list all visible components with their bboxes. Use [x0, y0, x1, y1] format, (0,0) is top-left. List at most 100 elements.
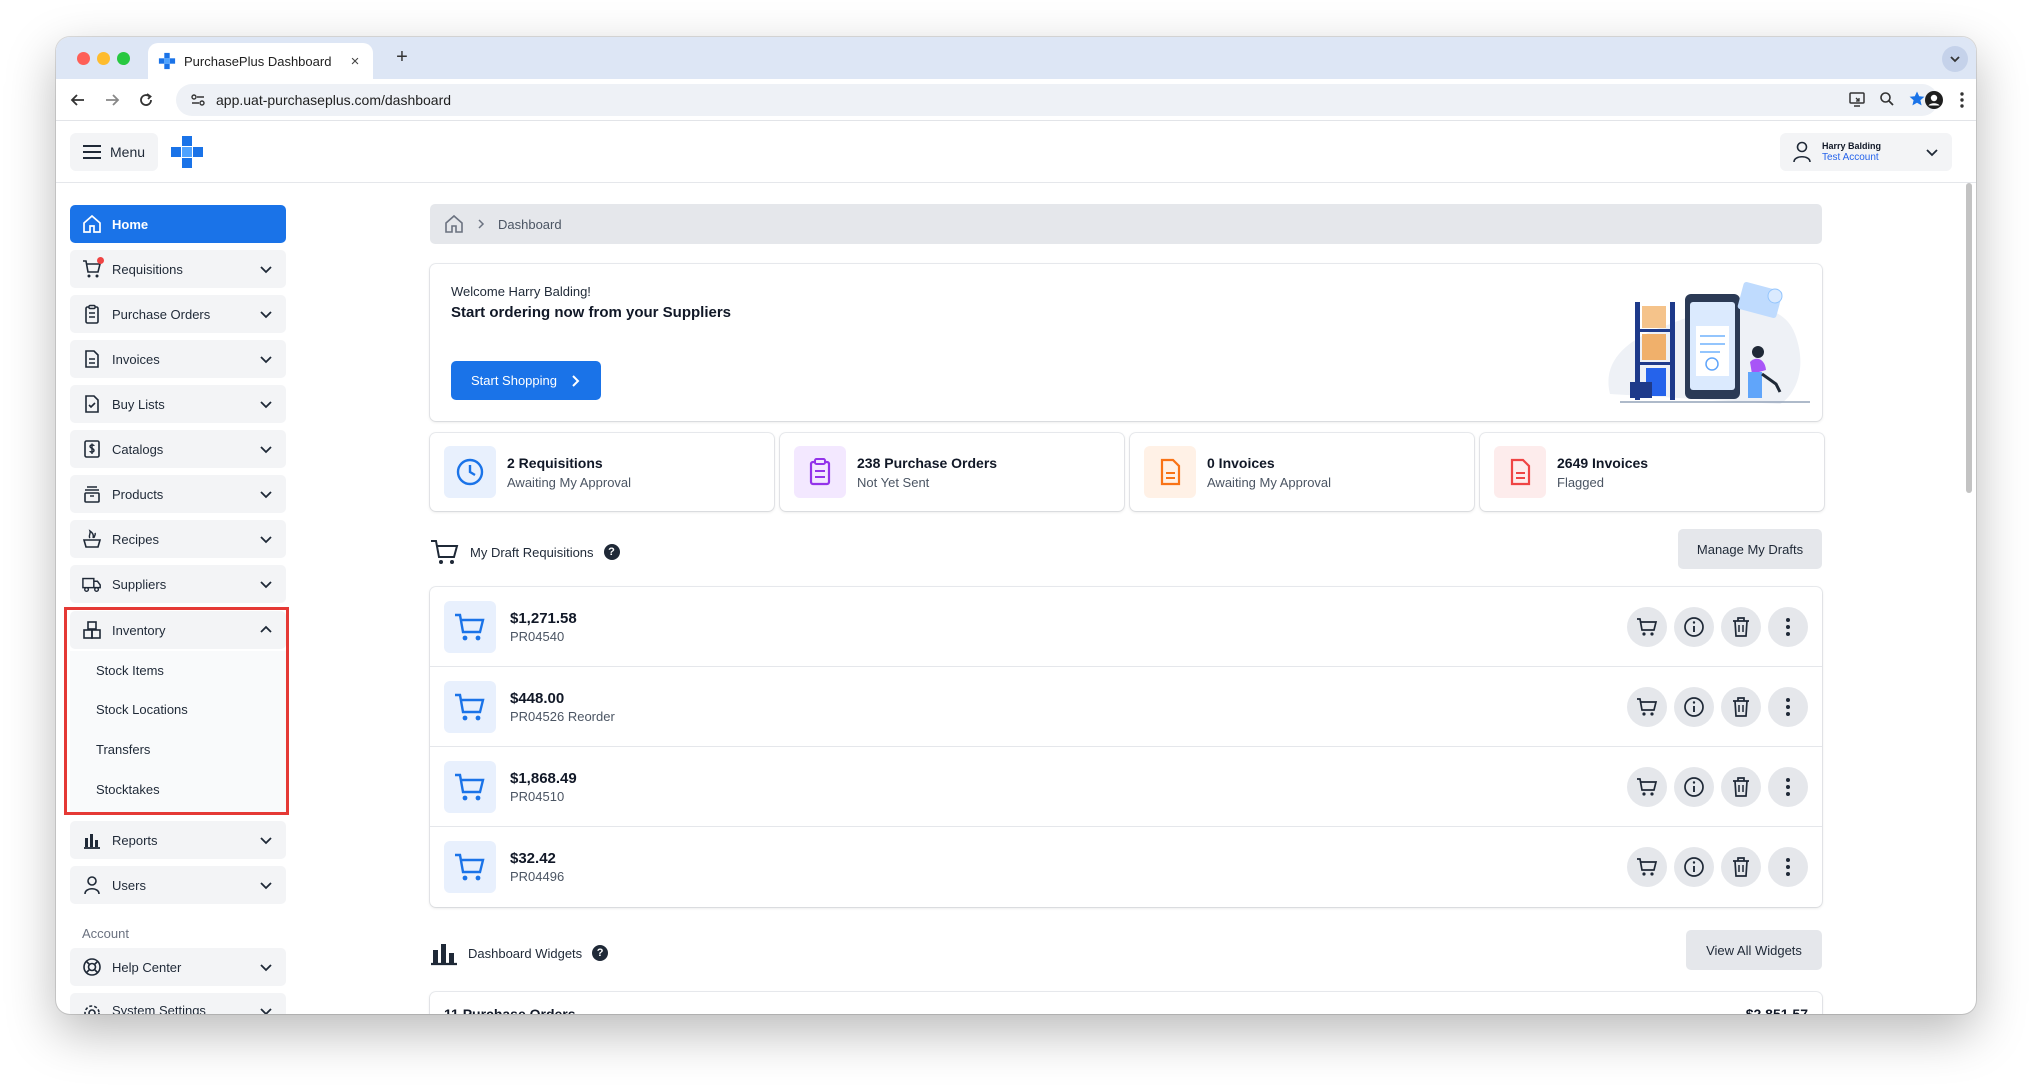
address-bar[interactable]: app.uat-purchaseplus.com/dashboard: [176, 84, 1938, 116]
user-icon: [82, 875, 102, 895]
help-question-icon[interactable]: ?: [603, 544, 620, 560]
user-icon: [1793, 141, 1811, 163]
more-options-button[interactable]: [1768, 687, 1808, 727]
sidebar: Home Requisitions Purchase Orders Invoic…: [64, 205, 289, 1014]
browser-tab[interactable]: PurchasePlus Dashboard ×: [148, 43, 373, 79]
welcome-card: Welcome Harry Balding! Start ordering no…: [430, 264, 1822, 421]
submenu-item-stock-items[interactable]: Stock Items: [96, 663, 164, 678]
submenu-item-transfers[interactable]: Transfers: [96, 742, 150, 757]
box-stack-icon: [82, 484, 102, 504]
widget-card-purchase-orders[interactable]: 11 Purchase Orders $2,851.57: [430, 992, 1822, 1014]
delete-button[interactable]: [1721, 767, 1761, 807]
sidebar-item-reports[interactable]: Reports: [70, 821, 286, 859]
sidebar-item-label: Recipes: [112, 531, 159, 547]
cart-icon: [444, 680, 496, 733]
sidebar-item-label: Reports: [112, 832, 158, 848]
info-button[interactable]: [1674, 847, 1714, 887]
view-all-widgets-button[interactable]: View All Widgets: [1686, 930, 1822, 970]
close-window-button[interactable]: [77, 52, 90, 65]
info-button[interactable]: [1674, 687, 1714, 727]
sidebar-item-suppliers[interactable]: Suppliers: [70, 565, 286, 603]
delete-button[interactable]: [1721, 607, 1761, 647]
shop-cart-button[interactable]: [1627, 687, 1667, 727]
trash-icon: [1733, 697, 1749, 717]
reload-button[interactable]: [136, 90, 156, 110]
tab-search-button[interactable]: [1942, 46, 1968, 72]
shop-cart-button[interactable]: [1627, 607, 1667, 647]
sidebar-item-invoices[interactable]: Invoices: [70, 340, 286, 378]
shop-cart-button[interactable]: [1627, 767, 1667, 807]
start-shopping-button[interactable]: Start Shopping: [451, 361, 601, 400]
sidebar-item-recipes[interactable]: Recipes: [70, 520, 286, 558]
scrollbar-thumb[interactable]: [1966, 183, 1972, 493]
sidebar-item-purchase-orders[interactable]: Purchase Orders: [70, 295, 286, 333]
chevron-down-icon: [260, 1008, 272, 1014]
manage-my-drafts-button[interactable]: Manage My Drafts: [1678, 529, 1822, 569]
clock-icon: [444, 446, 496, 498]
trash-icon: [1733, 777, 1749, 797]
tab-close-icon[interactable]: ×: [347, 53, 363, 70]
sidebar-item-label: System Settings: [112, 1003, 206, 1014]
kebab-menu-icon: [1786, 698, 1790, 716]
stat-card-invoices-awaiting[interactable]: 0 Invoices Awaiting My Approval: [1130, 433, 1474, 511]
draft-reference: PR04510: [510, 788, 565, 804]
manage-drafts-label: Manage My Drafts: [1696, 541, 1804, 557]
draft-row[interactable]: $1,271.58 PR04540: [430, 587, 1822, 667]
purchaseplus-logo-icon[interactable]: [170, 135, 204, 169]
sidebar-item-label: Home: [112, 216, 149, 232]
stat-card-requisitions[interactable]: 2 Requisitions Awaiting My Approval: [430, 433, 774, 511]
minimize-window-button[interactable]: [97, 52, 110, 65]
tab-strip: PurchasePlus Dashboard × +: [56, 37, 1976, 79]
home-icon[interactable]: [444, 214, 464, 234]
more-options-button[interactable]: [1768, 607, 1808, 647]
menu-label: Menu: [110, 144, 146, 160]
more-options-button[interactable]: [1768, 767, 1808, 807]
draft-row[interactable]: $32.42 PR04496: [430, 827, 1822, 907]
stat-card-invoices-flagged[interactable]: 2649 Invoices Flagged: [1480, 433, 1824, 511]
draft-row[interactable]: $1,868.49 PR04510: [430, 747, 1822, 827]
chevron-down-icon: [1926, 149, 1938, 157]
info-button[interactable]: [1674, 607, 1714, 647]
draft-row[interactable]: $448.00 PR04526 Reorder: [430, 667, 1822, 747]
page-scrollbar[interactable]: [1964, 183, 1974, 1014]
submenu-item-stocktakes[interactable]: Stocktakes: [96, 782, 160, 797]
site-settings-icon: [191, 94, 205, 106]
submenu-item-stock-locations[interactable]: Stock Locations: [96, 702, 188, 717]
stat-card-purchase-orders[interactable]: 238 Purchase Orders Not Yet Sent: [780, 433, 1124, 511]
sidebar-item-catalogs[interactable]: Catalogs: [70, 430, 286, 468]
chevron-right-icon: [478, 219, 485, 229]
sidebar-item-system-settings[interactable]: System Settings: [70, 993, 286, 1014]
profile-button[interactable]: [1924, 90, 1944, 110]
browser-menu-button[interactable]: [1952, 90, 1972, 110]
user-account-name: Test Account: [1822, 151, 1879, 163]
delete-button[interactable]: [1721, 687, 1761, 727]
cart-icon: [444, 760, 496, 813]
view-widgets-label: View All Widgets: [1706, 942, 1802, 958]
more-options-button[interactable]: [1768, 847, 1808, 887]
sidebar-item-requisitions[interactable]: Requisitions: [70, 250, 286, 288]
back-button[interactable]: [68, 90, 88, 110]
delete-button[interactable]: [1721, 847, 1761, 887]
flame-pot-icon: [82, 529, 102, 549]
sidebar-item-label: Catalogs: [112, 441, 164, 457]
arrow-right-icon: [106, 94, 120, 106]
menu-button[interactable]: Menu: [70, 133, 158, 171]
new-tab-button[interactable]: +: [390, 46, 414, 69]
shop-cart-button[interactable]: [1627, 847, 1667, 887]
sidebar-item-products[interactable]: Products: [70, 475, 286, 513]
forward-button[interactable]: [102, 90, 122, 110]
sidebar-item-help-center[interactable]: Help Center: [70, 948, 286, 986]
zoom-icon[interactable]: [1878, 90, 1896, 108]
maximize-window-button[interactable]: [117, 52, 130, 65]
sidebar-item-home[interactable]: Home: [70, 205, 286, 243]
cast-icon[interactable]: [1848, 90, 1866, 108]
info-button[interactable]: [1674, 767, 1714, 807]
kebab-menu-icon: [1786, 858, 1790, 876]
sidebar-item-buy-lists[interactable]: Buy Lists: [70, 385, 286, 423]
info-icon: [1684, 777, 1704, 797]
sidebar-item-inventory[interactable]: Inventory: [70, 611, 286, 649]
sidebar-item-users[interactable]: Users: [70, 866, 286, 904]
help-question-icon[interactable]: ?: [592, 945, 609, 961]
user-account-menu[interactable]: Harry Balding Test Account: [1780, 133, 1952, 171]
chevron-down-icon: [260, 837, 272, 845]
